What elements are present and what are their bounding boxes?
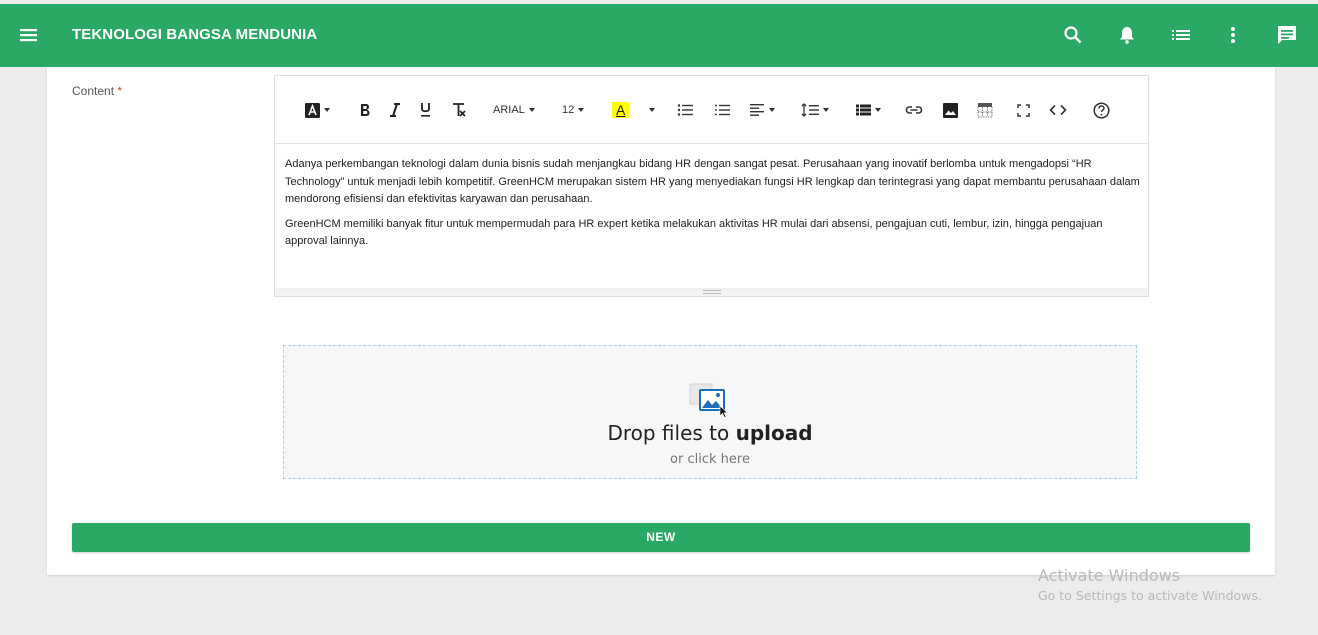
table-icon[interactable] — [977, 100, 993, 120]
search-icon[interactable] — [1062, 24, 1084, 46]
bell-icon[interactable] — [1116, 24, 1138, 46]
paragraph-dropdown-icon[interactable] — [855, 100, 881, 120]
font-name-value: ARIAL — [493, 104, 525, 116]
editor-toolbar: ARIAL 12 A — [275, 76, 1148, 144]
image-icon[interactable] — [943, 100, 958, 120]
bold-icon[interactable] — [359, 100, 371, 120]
highlight-letter: A — [612, 102, 630, 118]
rich-text-editor: ARIAL 12 A Adanya perkembangan teknologi… — [274, 75, 1149, 297]
app-header: TEKNOLOGI BANGSA MENDUNIA — [0, 4, 1318, 67]
dropzone-title-prefix: Drop files to — [607, 421, 736, 445]
paragraph: Adanya perkembangan teknologi dalam duni… — [285, 158, 1140, 205]
file-dropzone[interactable]: Drop files to upload or click here — [283, 345, 1137, 479]
editor-content[interactable]: Adanya perkembangan teknologi dalam duni… — [285, 156, 1140, 258]
chat-icon[interactable] — [1276, 24, 1298, 46]
highlight-color-button[interactable]: A — [612, 100, 630, 120]
font-size-dropdown[interactable]: 12 — [562, 100, 585, 120]
color-dropdown-caret-icon[interactable] — [645, 100, 655, 120]
required-mark: * — [117, 84, 123, 98]
help-icon[interactable] — [1093, 100, 1110, 120]
watermark-line2: Go to Settings to activate Windows. — [1038, 588, 1262, 603]
code-view-icon[interactable] — [1049, 100, 1067, 120]
bullet-list-icon[interactable] — [677, 100, 693, 120]
line-height-dropdown-icon[interactable] — [801, 100, 829, 120]
dropzone-title: Drop files to upload — [284, 421, 1136, 445]
content-label: Content * — [72, 84, 122, 98]
content-label-text: Content — [72, 84, 115, 98]
paragraph: GreenHCM memiliki banyak fitur untuk mem… — [285, 217, 1103, 248]
numbered-list-icon[interactable] — [714, 100, 730, 120]
menu-icon[interactable] — [18, 24, 40, 46]
windows-activation-watermark: Activate Windows Go to Settings to activ… — [1038, 566, 1262, 603]
dropzone-subtitle: or click here — [670, 452, 750, 467]
resize-grip-icon — [703, 290, 721, 294]
new-button[interactable]: NEW — [72, 523, 1250, 552]
list-icon[interactable] — [1170, 24, 1192, 46]
style-dropdown-icon[interactable] — [305, 100, 330, 120]
upload-image-icon — [688, 382, 729, 423]
app-title: TEKNOLOGI BANGSA MENDUNIA — [72, 26, 318, 43]
font-name-dropdown[interactable]: ARIAL — [493, 100, 535, 120]
editor-resize-handle[interactable] — [275, 288, 1148, 296]
italic-icon[interactable] — [389, 100, 401, 120]
font-size-value: 12 — [562, 104, 575, 116]
align-dropdown-icon[interactable] — [749, 100, 775, 120]
clear-format-icon[interactable] — [451, 100, 467, 120]
underline-icon[interactable] — [419, 100, 432, 120]
link-icon[interactable] — [905, 100, 923, 120]
fullscreen-icon[interactable] — [1017, 100, 1030, 120]
watermark-line1: Activate Windows — [1038, 566, 1181, 585]
more-vert-icon[interactable] — [1222, 24, 1244, 46]
dropzone-title-bold: upload — [735, 421, 813, 445]
